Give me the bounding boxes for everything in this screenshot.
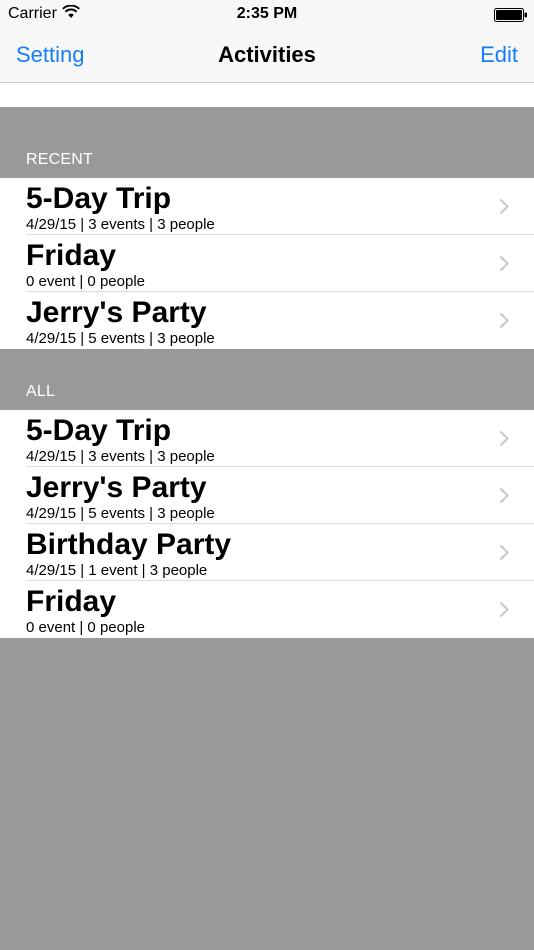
chevron-right-icon [499, 430, 509, 447]
activity-detail: 4/29/15 | 3 events | 3 people [26, 216, 215, 233]
chevron-right-icon [499, 255, 509, 272]
section-header-all: ALL [0, 349, 534, 410]
section-header-recent: RECENT [0, 107, 534, 178]
activity-detail: 4/29/15 | 5 events | 3 people [26, 505, 215, 522]
list-item[interactable]: 5-Day Trip 4/29/15 | 3 events | 3 people [0, 178, 534, 235]
chevron-right-icon [499, 601, 509, 618]
list-item[interactable]: Jerry's Party 4/29/15 | 5 events | 3 peo… [0, 467, 534, 524]
activity-title: 5-Day Trip [26, 182, 172, 215]
list-item[interactable]: Jerry's Party 4/29/15 | 5 events | 3 peo… [0, 292, 534, 349]
status-bar: Carrier 2:35 PM [0, 0, 534, 30]
list-item[interactable]: 5-Day Trip 4/29/15 | 3 events | 3 people [0, 410, 534, 467]
status-time: 2:35 PM [236, 5, 298, 22]
activity-detail: 4/29/15 | 1 event | 3 people [26, 562, 208, 579]
list-item[interactable]: Birthday Party 4/29/15 | 1 event | 3 peo… [0, 524, 534, 581]
list-item[interactable]: Friday 0 event | 0 people [0, 235, 534, 292]
chevron-right-icon [499, 487, 509, 504]
navigation-bar: Setting Activities Edit [0, 30, 534, 83]
section-label: ALL [26, 383, 56, 400]
edit-button[interactable]: Edit [480, 42, 518, 68]
activity-detail: 4/29/15 | 3 events | 3 people [26, 448, 215, 465]
chevron-right-icon [499, 312, 509, 329]
battery-icon [494, 8, 527, 22]
activity-title: 5-Day Trip [26, 414, 172, 447]
activity-detail: 0 event | 0 people [26, 619, 145, 636]
activity-title: Friday [26, 239, 117, 272]
activity-title: Jerry's Party [26, 471, 207, 504]
activity-title: Friday [26, 585, 117, 618]
chevron-right-icon [499, 198, 509, 215]
section-rows: 5-Day Trip 4/29/15 | 3 events | 3 people… [0, 178, 534, 349]
section-label: RECENT [26, 151, 93, 168]
activity-detail: 0 event | 0 people [26, 273, 145, 290]
section-recent: RECENT 5-Day Trip 4/29/15 | 3 events | 3… [0, 107, 534, 349]
section-rows: 5-Day Trip 4/29/15 | 3 events | 3 people… [0, 410, 534, 638]
chevron-right-icon [499, 544, 509, 561]
activity-title: Birthday Party [26, 528, 232, 561]
list-item[interactable]: Friday 0 event | 0 people [0, 581, 534, 638]
activity-title: Jerry's Party [26, 296, 207, 329]
table-top-spacer [0, 83, 534, 107]
activity-detail: 4/29/15 | 5 events | 3 people [26, 330, 215, 347]
section-all: ALL 5-Day Trip 4/29/15 | 3 events | 3 pe… [0, 349, 534, 638]
setting-button[interactable]: Setting [16, 42, 85, 68]
